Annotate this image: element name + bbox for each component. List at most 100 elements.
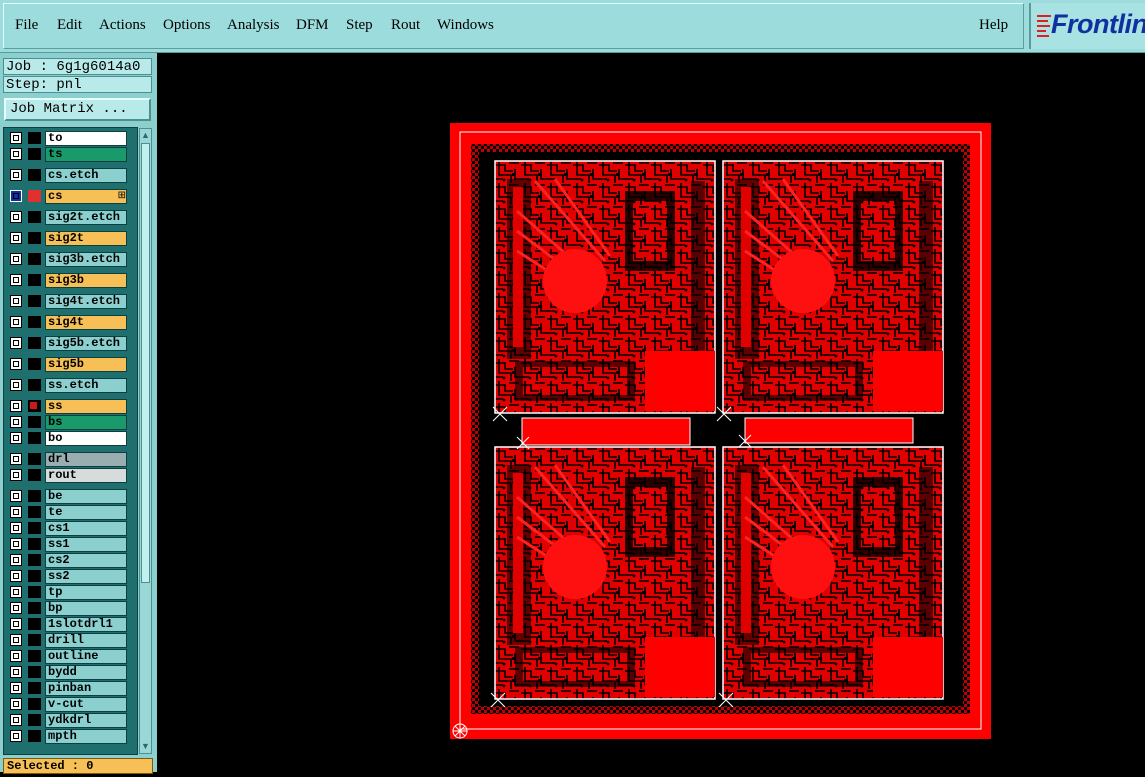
layer-name-label[interactable]: pinban	[45, 681, 127, 696]
layer-checkbox[interactable]	[10, 554, 22, 566]
layer-row-sig4t[interactable]: sig4t	[9, 315, 129, 330]
menu-file[interactable]: File	[15, 17, 38, 34]
layer-checkbox[interactable]	[10, 211, 22, 223]
layer-checkbox[interactable]	[10, 416, 22, 428]
layer-name-label[interactable]: ss	[45, 399, 127, 414]
layer-row-pinban[interactable]: pinban	[9, 681, 129, 696]
menu-analysis[interactable]: Analysis	[227, 17, 280, 34]
layer-name-label[interactable]: cs	[45, 189, 127, 204]
scroll-thumb[interactable]	[141, 143, 150, 583]
layer-checkbox[interactable]	[10, 586, 22, 598]
layer-row-sig5b[interactable]: sig5b	[9, 357, 129, 372]
layer-color-swatch[interactable]	[28, 416, 41, 428]
layer-checkbox[interactable]	[10, 570, 22, 582]
layer-color-swatch[interactable]	[28, 586, 41, 598]
layer-name-label[interactable]: cs1	[45, 521, 127, 536]
layer-checkbox[interactable]	[10, 337, 22, 349]
layer-checkbox[interactable]	[10, 618, 22, 630]
layer-row-sig4t-etch[interactable]: sig4t.etch	[9, 294, 129, 309]
layer-color-swatch[interactable]	[28, 337, 41, 349]
layer-color-swatch[interactable]	[28, 379, 41, 391]
layer-color-swatch[interactable]	[28, 570, 41, 582]
layer-color-swatch[interactable]	[28, 169, 41, 181]
layer-name-label[interactable]: bp	[45, 601, 127, 616]
layer-name-label[interactable]: sig5b.etch	[45, 336, 127, 351]
menu-help[interactable]: Help	[979, 17, 1008, 34]
layer-row-ss[interactable]: ss	[9, 399, 129, 414]
layer-row-ss-etch[interactable]: ss.etch	[9, 378, 129, 393]
layer-color-swatch[interactable]	[28, 538, 41, 550]
layer-row-tp[interactable]: tp	[9, 585, 129, 600]
layer-name-label[interactable]: drill	[45, 633, 127, 648]
layer-name-label[interactable]: te	[45, 505, 127, 520]
layer-checkbox[interactable]	[10, 379, 22, 391]
layer-checkbox[interactable]	[10, 714, 22, 726]
layer-color-swatch[interactable]	[28, 432, 41, 444]
layer-name-label[interactable]: ydkdrl	[45, 713, 127, 728]
layer-name-label[interactable]: bo	[45, 431, 127, 446]
layer-name-label[interactable]: bs	[45, 415, 127, 430]
layer-color-swatch[interactable]	[28, 634, 41, 646]
layer-checkbox[interactable]	[10, 506, 22, 518]
layer-row-bo[interactable]: bo	[9, 431, 129, 446]
layer-row-ss2[interactable]: ss2	[9, 569, 129, 584]
layer-color-swatch[interactable]	[28, 522, 41, 534]
layer-row-drl[interactable]: drl	[9, 452, 129, 467]
menu-options[interactable]: Options	[163, 17, 211, 34]
layer-color-swatch[interactable]	[28, 650, 41, 662]
layer-color-swatch[interactable]	[28, 730, 41, 742]
layer-checkbox[interactable]	[10, 730, 22, 742]
layer-color-swatch[interactable]	[28, 148, 41, 160]
layer-checkbox[interactable]	[10, 316, 22, 328]
layer-name-label[interactable]: ts	[45, 147, 127, 162]
layer-name-label[interactable]: mpth	[45, 729, 127, 744]
layer-name-label[interactable]: rout	[45, 468, 127, 483]
layer-row-drill[interactable]: drill	[9, 633, 129, 648]
layer-checkbox[interactable]	[10, 190, 22, 202]
layer-color-swatch[interactable]	[28, 682, 41, 694]
layer-name-label[interactable]: sig3b.etch	[45, 252, 127, 267]
layer-color-swatch[interactable]	[28, 232, 41, 244]
layer-name-label[interactable]: sig4t	[45, 315, 127, 330]
layer-row-ts[interactable]: ts	[9, 147, 129, 162]
layer-name-label[interactable]: to	[45, 131, 127, 146]
layer-checkbox[interactable]	[10, 634, 22, 646]
layer-color-swatch[interactable]	[28, 211, 41, 223]
layer-color-swatch[interactable]	[28, 453, 41, 465]
layer-name-label[interactable]: be	[45, 489, 127, 504]
layer-row-rout[interactable]: rout	[9, 468, 129, 483]
layer-name-label[interactable]: cs.etch	[45, 168, 127, 183]
layer-checkbox[interactable]	[10, 490, 22, 502]
layer-row-bp[interactable]: bp	[9, 601, 129, 616]
layer-name-label[interactable]: drl	[45, 452, 127, 467]
layer-checkbox[interactable]	[10, 295, 22, 307]
layer-row-te[interactable]: te	[9, 505, 129, 520]
layer-row-cs2[interactable]: cs2	[9, 553, 129, 568]
layer-checkbox[interactable]	[10, 232, 22, 244]
layer-checkbox[interactable]	[10, 538, 22, 550]
menu-windows[interactable]: Windows	[437, 17, 494, 34]
scroll-down-icon[interactable]: ▼	[140, 741, 151, 752]
graphic-canvas[interactable]	[157, 53, 1145, 772]
layer-name-label[interactable]: ss2	[45, 569, 127, 584]
layer-color-swatch[interactable]	[28, 714, 41, 726]
layer-checkbox[interactable]	[10, 132, 22, 144]
layer-checkbox[interactable]	[10, 522, 22, 534]
layer-color-swatch[interactable]	[28, 190, 41, 202]
layer-row-to[interactable]: to	[9, 131, 129, 146]
layer-row-sig3b[interactable]: sig3b	[9, 273, 129, 288]
layer-row-sig3b-etch[interactable]: sig3b.etch	[9, 252, 129, 267]
layer-row-outline[interactable]: outline	[9, 649, 129, 664]
layer-row-sig2t-etch[interactable]: sig2t.etch	[9, 210, 129, 225]
layer-color-swatch[interactable]	[28, 490, 41, 502]
layer-color-swatch[interactable]	[28, 358, 41, 370]
menu-dfm[interactable]: DFM	[296, 17, 329, 34]
layer-name-label[interactable]: tp	[45, 585, 127, 600]
layer-color-swatch[interactable]	[28, 274, 41, 286]
layer-name-label[interactable]: sig3b	[45, 273, 127, 288]
layer-row-1slotdrl1[interactable]: 1slotdrl1	[9, 617, 129, 632]
layer-list-scrollbar[interactable]: ▲ ▼	[139, 128, 152, 754]
layer-checkbox[interactable]	[10, 469, 22, 481]
layer-name-label[interactable]: cs2	[45, 553, 127, 568]
layer-row-sig2t[interactable]: sig2t	[9, 231, 129, 246]
